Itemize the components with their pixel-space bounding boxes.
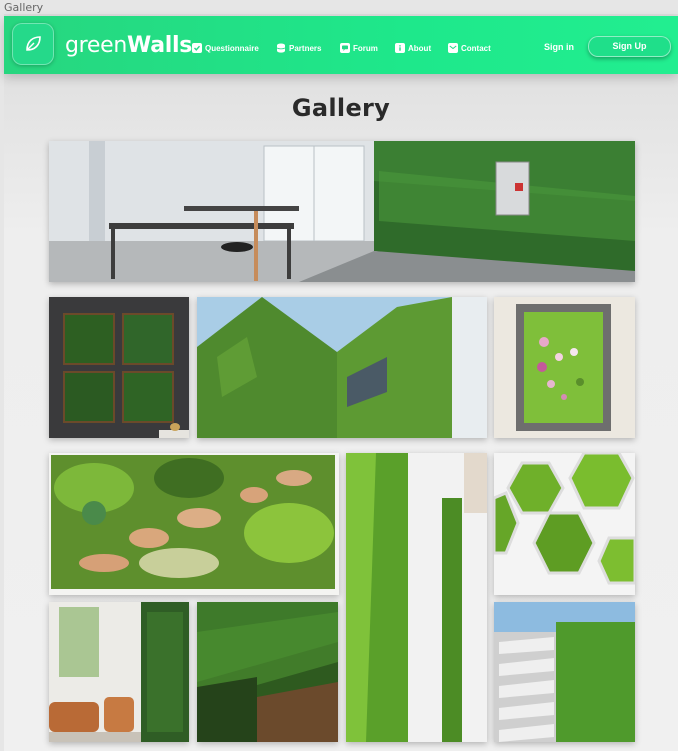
nav-questionnaire-label: Questionnaire xyxy=(205,43,259,53)
info-icon xyxy=(395,43,405,53)
nav-about-label: About xyxy=(408,43,432,53)
gallery-photo-living-room-plants[interactable] xyxy=(49,602,189,742)
brand-name[interactable]: greenWalls xyxy=(65,33,192,58)
page: greenWalls Questionnaire Partners Forum … xyxy=(4,14,678,751)
brand-name-bold: Walls xyxy=(127,33,193,58)
envelope-icon xyxy=(448,43,458,53)
leaf-icon xyxy=(26,36,41,51)
gallery-photo-moss-wood-panel[interactable] xyxy=(49,453,339,595)
gallery-photo-green-building[interactable] xyxy=(197,297,487,438)
page-title: Gallery xyxy=(291,94,391,122)
nav-partners[interactable]: Partners xyxy=(276,41,321,55)
chat-icon xyxy=(340,43,350,53)
check-square-icon xyxy=(192,43,202,53)
nav-forum[interactable]: Forum xyxy=(340,41,378,55)
sign-up-button[interactable]: Sign Up xyxy=(588,36,671,57)
nav-questionnaire[interactable]: Questionnaire xyxy=(192,41,259,55)
gallery-photo-hexagon-moss[interactable] xyxy=(494,453,635,595)
gallery-photo-flower-moss-frame[interactable] xyxy=(494,297,635,438)
gallery-photo-moss-wall-corner[interactable] xyxy=(346,453,487,742)
nav-contact[interactable]: Contact xyxy=(448,41,491,55)
gallery-photo-building-balconies[interactable] xyxy=(494,602,635,742)
window-tab-title: Gallery xyxy=(4,1,44,14)
gallery-photo-office-green-wall[interactable] xyxy=(49,141,635,282)
nav-forum-label: Forum xyxy=(353,43,378,53)
sign-in-link[interactable]: Sign in xyxy=(544,42,574,52)
database-icon xyxy=(276,43,286,53)
navbar: greenWalls Questionnaire Partners Forum … xyxy=(4,16,678,74)
gallery-photo-framed-moss-squares[interactable] xyxy=(49,297,189,438)
brand-name-light: green xyxy=(65,33,128,58)
nav-partners-label: Partners xyxy=(289,43,322,53)
nav-about[interactable]: About xyxy=(395,41,431,55)
gallery-photo-wall-closeup[interactable] xyxy=(197,602,338,742)
nav-contact-label: Contact xyxy=(461,43,491,53)
logo-button[interactable] xyxy=(12,23,54,65)
